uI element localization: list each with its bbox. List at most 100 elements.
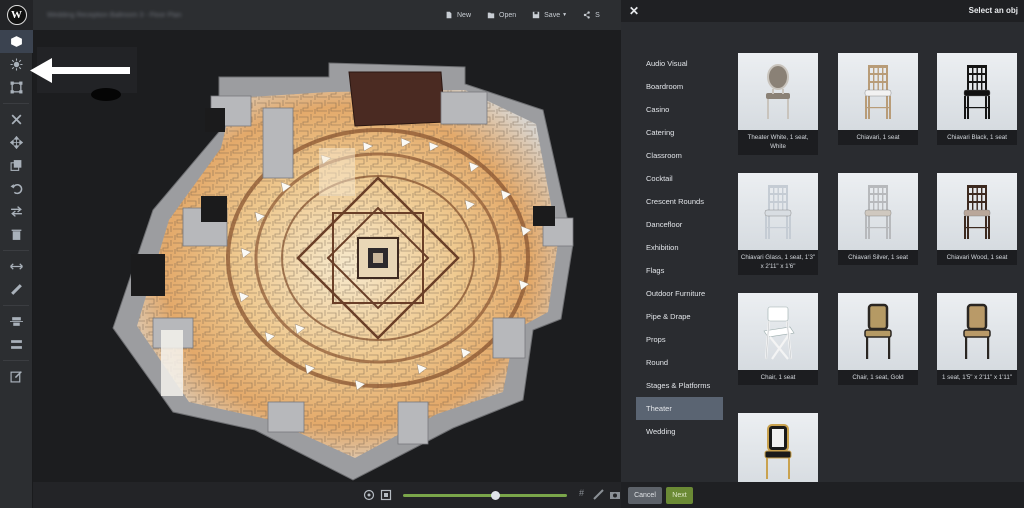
object-card[interactable]: Chiavari Glass, 1 seat, 1'3" x 2'11" x 1… bbox=[738, 173, 818, 275]
annotation-arrow-icon bbox=[30, 58, 130, 83]
toolbar-edit-button[interactable] bbox=[0, 365, 33, 388]
share-icon bbox=[583, 11, 590, 19]
category-item-stages-platforms[interactable]: Stages & Platforms bbox=[636, 374, 723, 397]
save-icon bbox=[532, 11, 540, 19]
chair-thumbnail bbox=[838, 293, 918, 370]
category-item-classroom[interactable]: Classroom bbox=[636, 144, 723, 167]
brightness-icon bbox=[10, 58, 23, 71]
new-button[interactable]: New bbox=[445, 11, 471, 19]
panel-title: Select an obj bbox=[968, 6, 1018, 15]
chevron-down-icon: ▼ bbox=[562, 12, 568, 18]
toolbar-divider bbox=[3, 250, 29, 251]
category-item-dancefloor[interactable]: Dancefloor bbox=[636, 213, 723, 236]
object-card[interactable]: 1 seat, 1'5" x 2'11" x 1'11" bbox=[937, 293, 1017, 386]
toolbar-divider bbox=[3, 305, 29, 306]
toolbar-divider bbox=[3, 360, 29, 361]
category-item-flags[interactable]: Flags bbox=[636, 259, 723, 282]
category-item-round[interactable]: Round bbox=[636, 351, 723, 374]
next-button[interactable]: Next bbox=[666, 486, 693, 504]
object-card[interactable]: Chiavari Wood, 1 seat bbox=[937, 173, 1017, 266]
chair-thumbnail bbox=[838, 173, 918, 250]
open-button[interactable]: Open bbox=[487, 11, 516, 19]
document-title: Wedding Reception Ballroom 3 - Floor Pla… bbox=[47, 11, 182, 19]
zoom-slider-handle[interactable] bbox=[490, 491, 500, 500]
ruler-icon bbox=[11, 284, 22, 295]
toolbar-ruler-button[interactable] bbox=[0, 278, 33, 301]
category-item-boardroom[interactable]: Boardroom bbox=[636, 75, 723, 98]
toolbar-cube-button[interactable] bbox=[0, 30, 33, 53]
toolbar-close-button[interactable] bbox=[0, 108, 33, 131]
floor-plan-render bbox=[112, 62, 574, 481]
obscured-mark bbox=[91, 88, 121, 101]
toolbar-align-button[interactable] bbox=[0, 310, 33, 333]
object-card[interactable]: Theater White, 1 seat, White bbox=[738, 53, 818, 155]
panel-header: ✕ Select an obj bbox=[621, 0, 1024, 22]
toolbar-distribute-button[interactable] bbox=[0, 333, 33, 356]
object-card[interactable]: Chair, 1 seat bbox=[738, 293, 818, 386]
object-card-label: Chiavari Black, 1 seat bbox=[947, 134, 1007, 141]
camera-icon[interactable] bbox=[609, 489, 621, 501]
category-item-theater[interactable]: Theater bbox=[636, 397, 723, 420]
fit-view-icon[interactable] bbox=[380, 489, 392, 501]
object-card[interactable] bbox=[738, 413, 818, 490]
share-button[interactable]: S bbox=[583, 11, 600, 19]
toolbar-resize-button[interactable] bbox=[0, 255, 33, 278]
cube-icon bbox=[11, 36, 22, 47]
new-button-label: New bbox=[457, 11, 472, 19]
chair-thumbnail bbox=[937, 173, 1017, 250]
new-file-icon bbox=[446, 11, 452, 19]
category-item-catering[interactable]: Catering bbox=[636, 121, 723, 144]
grid-icon[interactable]: # bbox=[579, 488, 584, 498]
category-item-outdoor-furniture[interactable]: Outdoor Furniture bbox=[636, 282, 723, 305]
chair-thumbnail bbox=[937, 53, 1017, 130]
chair-thumbnail bbox=[738, 293, 818, 370]
toolbar-undo-button[interactable] bbox=[0, 177, 33, 200]
copy-icon bbox=[10, 160, 22, 171]
object-card[interactable]: Chiavari, 1 seat bbox=[838, 53, 918, 146]
toolbar-divider bbox=[3, 103, 29, 104]
zoom-slider[interactable] bbox=[403, 491, 567, 500]
toolbar-swap-button[interactable] bbox=[0, 200, 33, 223]
object-card[interactable]: Chiavari Black, 1 seat bbox=[937, 53, 1017, 146]
category-item-wedding[interactable]: Wedding bbox=[636, 420, 723, 443]
chair-thumbnail bbox=[738, 53, 818, 130]
undo-icon bbox=[10, 184, 23, 195]
measure-icon[interactable] bbox=[593, 489, 605, 501]
save-button[interactable]: Save ▼ bbox=[532, 11, 567, 19]
align-icon bbox=[10, 317, 23, 326]
trash-icon bbox=[11, 229, 22, 240]
top-bar: Wedding Reception Ballroom 3 - Floor Pla… bbox=[33, 0, 621, 30]
toolbar-trash-button[interactable] bbox=[0, 223, 33, 246]
object-card[interactable]: Chair, 1 seat, Gold bbox=[838, 293, 918, 386]
folder-icon bbox=[487, 12, 495, 19]
app-logo[interactable]: W bbox=[0, 0, 33, 30]
object-picker-panel: ✕ Select an obj Audio Visual Boardroom Cas… bbox=[621, 0, 1024, 508]
chair-thumbnail bbox=[838, 53, 918, 130]
transform-icon bbox=[10, 81, 23, 94]
cancel-button[interactable]: Cancel bbox=[628, 486, 662, 504]
category-item-casino[interactable]: Casino bbox=[636, 98, 723, 121]
close-icon bbox=[11, 114, 22, 125]
3d-viewport[interactable] bbox=[33, 30, 621, 482]
category-item-pipe-drape[interactable]: Pipe & Drape bbox=[636, 305, 723, 328]
category-item-crescent-rounds[interactable]: Crescent Rounds bbox=[636, 190, 723, 213]
object-card-label: Chair, 1 seat, Gold bbox=[852, 374, 904, 381]
category-list: Audio Visual Boardroom Casino Catering Class… bbox=[636, 52, 723, 443]
category-item-audio-visual[interactable]: Audio Visual bbox=[636, 52, 723, 75]
object-card-label: 1 seat, 1'5" x 2'11" x 1'11" bbox=[941, 374, 1013, 381]
toolbar-transform-button[interactable] bbox=[0, 76, 33, 99]
close-icon[interactable]: ✕ bbox=[629, 4, 639, 18]
toolbar-copy-button[interactable] bbox=[0, 154, 33, 177]
category-item-cocktail[interactable]: Cocktail bbox=[636, 167, 723, 190]
object-card[interactable]: Chiavari Silver, 1 seat bbox=[838, 173, 918, 266]
toolbar-brightness-button[interactable] bbox=[0, 53, 33, 76]
target-icon[interactable] bbox=[363, 489, 375, 501]
object-card-label: Theater White, 1 seat, White bbox=[747, 134, 809, 151]
object-card-label: Chiavari Glass, 1 seat, 1'3" x 2'11" x 1… bbox=[740, 254, 816, 271]
logo-icon: W bbox=[6, 5, 27, 25]
category-item-exhibition[interactable]: Exhibition bbox=[636, 236, 723, 259]
viewport-bottom-bar: # bbox=[33, 482, 621, 508]
toolbar-move-button[interactable] bbox=[0, 131, 33, 154]
resize-icon bbox=[10, 263, 23, 270]
category-item-props[interactable]: Props bbox=[636, 328, 723, 351]
